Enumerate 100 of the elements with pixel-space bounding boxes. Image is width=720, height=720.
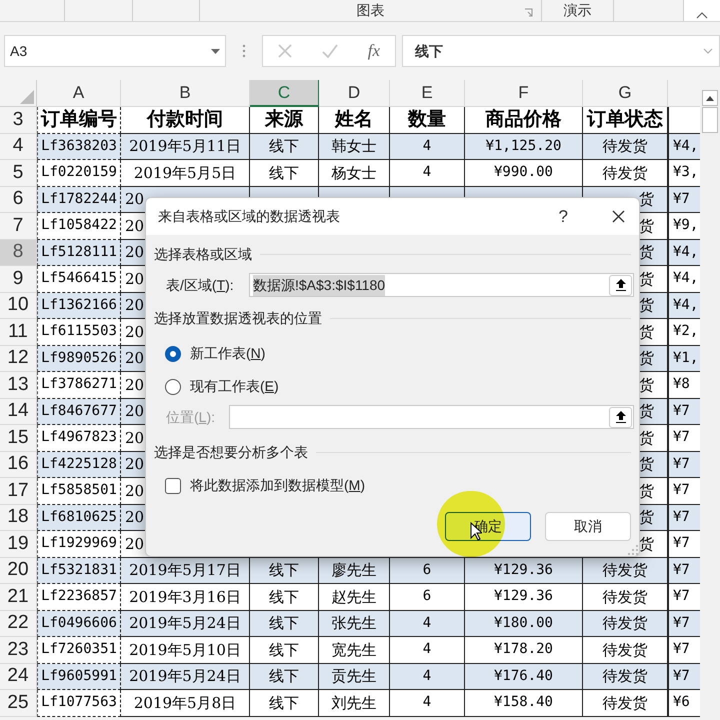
table-cell: Lf3638203 (37, 134, 121, 160)
table-cell: 待发货 (583, 690, 668, 716)
table-cell: Lf9605991 (37, 664, 121, 690)
ribbon-group-label: 演示 (564, 1, 592, 20)
table-cell: ¥7 (668, 610, 700, 637)
field-label: 表/区域(T): (166, 276, 235, 295)
row-header[interactable]: 15 (0, 425, 37, 452)
row-header[interactable]: 10 (0, 292, 37, 319)
table-cell: 4 (390, 134, 465, 160)
range-field[interactable]: 数据源!$A$3:$I$1180 (249, 273, 634, 297)
table-cell: ¥6 (668, 690, 700, 716)
row-header[interactable]: 13 (0, 372, 37, 398)
row-header[interactable]: 25 (0, 690, 37, 716)
row-header[interactable]: 12 (0, 346, 37, 372)
table-cell: Lf1058422 (37, 213, 121, 240)
cancel-button[interactable]: 取消 (545, 512, 631, 541)
table-cell: Lf0496606 (37, 610, 121, 637)
table-cell: 廖先生 (319, 558, 390, 584)
table-cell: Lf6810625 (37, 504, 121, 531)
table-cell: ¥178.20 (465, 637, 583, 664)
table-cell: Lf1929969 (37, 531, 121, 558)
table-cell: Lf5858501 (37, 478, 121, 504)
table-cell: 待发货 (583, 664, 668, 690)
table-cell: ¥8 (668, 372, 700, 398)
table-cell: ¥4, (668, 292, 700, 319)
row-header[interactable]: 5 (0, 160, 37, 186)
table-cell: 张先生 (319, 610, 390, 637)
table-cell: 4 (390, 690, 465, 716)
table-cell: ¥4, (668, 134, 700, 160)
header-cell: 订单状态 (583, 107, 668, 134)
row-header[interactable]: 9 (0, 266, 37, 292)
table-cell: Lf4967823 (37, 425, 121, 452)
table-cell: ¥7 (668, 504, 700, 531)
table-cell: 线下 (250, 610, 319, 637)
row-header[interactable]: 8 (0, 240, 37, 266)
table-cell: ¥4, (668, 266, 700, 292)
table-cell: 4 (390, 610, 465, 637)
table-cell: Lf2236857 (37, 584, 121, 610)
header-cell: 商品价格 (465, 107, 583, 134)
header-cell: 付款时间 (121, 107, 250, 134)
table-cell: 6 (390, 558, 465, 584)
table-cell: 待发货 (583, 134, 668, 160)
row-header[interactable]: 11 (0, 319, 37, 346)
table-cell: ¥7 (668, 186, 700, 213)
table-cell: 线下 (250, 134, 319, 160)
table-cell: ¥1,125.20 (465, 134, 583, 160)
row-header[interactable]: 19 (0, 531, 37, 558)
table-cell: 2019年5月10日 (121, 637, 250, 664)
row-header[interactable]: 17 (0, 478, 37, 504)
table-cell: ¥129.36 (465, 584, 583, 610)
table-cell: 杨女士 (319, 160, 390, 186)
table-cell: 韩女士 (319, 134, 390, 160)
column-header[interactable]: C (250, 80, 319, 107)
ribbon-group-label: 图表 (356, 1, 384, 20)
table-cell: Lf8467677 (37, 398, 121, 425)
header-cell: 来源 (250, 107, 319, 134)
table-cell: Lf6115503 (37, 319, 121, 346)
row-header[interactable]: 20 (0, 558, 37, 584)
table-cell: ¥7 (668, 478, 700, 504)
table-cell: ¥7 (668, 531, 700, 558)
header-cell: 数量 (390, 107, 465, 134)
table-cell: 2019年5月8日 (121, 690, 250, 716)
row-header[interactable]: 23 (0, 637, 37, 664)
table-cell: Lf0220159 (37, 160, 121, 186)
table-cell: 宽先生 (319, 637, 390, 664)
name-box[interactable]: A3 (4, 35, 226, 67)
table-cell: Lf7260351 (37, 637, 121, 664)
table-cell: ¥158.40 (465, 690, 583, 716)
table-cell: 刘先生 (319, 690, 390, 716)
help-button[interactable]: ? (558, 204, 568, 230)
row-header[interactable]: 4 (0, 134, 37, 160)
row-header[interactable]: 18 (0, 504, 37, 531)
formula-text: 线下 (415, 42, 443, 60)
table-cell: ¥7 (668, 584, 700, 610)
header-cell: 订单编号 (37, 107, 121, 134)
header-cell: 姓名 (319, 107, 390, 134)
row-header[interactable]: 22 (0, 610, 37, 637)
row-header[interactable]: 16 (0, 452, 37, 478)
row-header[interactable]: 6 (0, 186, 37, 213)
table-cell: 线下 (250, 160, 319, 186)
table-cell: 2019年5月17日 (121, 558, 250, 584)
row-header[interactable]: 21 (0, 584, 37, 610)
table-cell: ¥2, (668, 319, 700, 346)
table-cell: 6 (390, 584, 465, 610)
insert-function-button[interactable]: fx (368, 38, 380, 64)
formula-field[interactable]: 线下 (402, 35, 720, 67)
row-header[interactable]: 3 (0, 107, 37, 134)
table-cell: Lf1362166 (37, 292, 121, 319)
table-cell: ¥3, (668, 160, 700, 186)
table-cell: ¥990.00 (465, 160, 583, 186)
table-cell: Lf1077563 (37, 690, 121, 716)
table-cell: 待发货 (583, 160, 668, 186)
row-header[interactable]: 14 (0, 398, 37, 425)
row-header[interactable]: 7 (0, 213, 37, 240)
row-header[interactable]: 24 (0, 664, 37, 690)
table-cell: 4 (390, 664, 465, 690)
table-cell: ¥7 (668, 398, 700, 425)
table-cell: 线下 (250, 558, 319, 584)
table-cell: 2019年5月11日 (121, 134, 250, 160)
table-cell: ¥9, (668, 213, 700, 240)
